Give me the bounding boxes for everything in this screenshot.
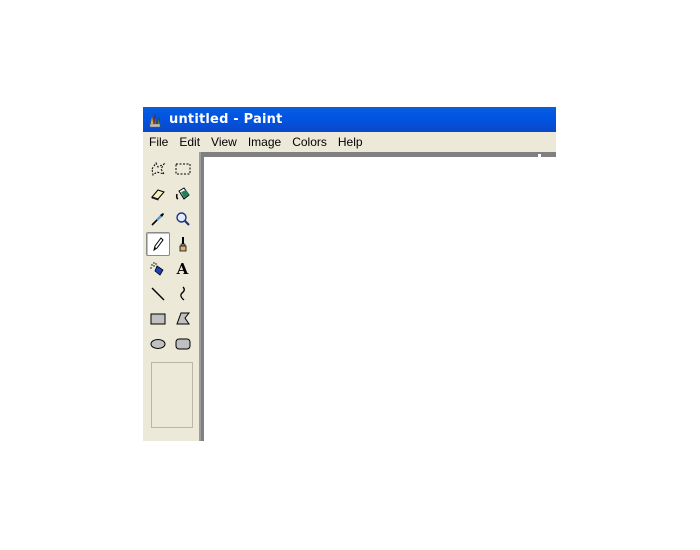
magnifier-tool[interactable] — [171, 207, 194, 230]
fill-with-color-tool[interactable] — [171, 182, 194, 205]
rectangle-select-icon — [174, 160, 192, 178]
text-tool[interactable]: A — [171, 257, 194, 280]
title-bar[interactable]: untitled - Paint — [143, 107, 556, 132]
curve-tool[interactable] — [171, 282, 194, 305]
window-title: untitled - Paint — [169, 112, 283, 127]
eyedropper-icon — [149, 210, 167, 228]
magnifier-icon — [174, 210, 192, 228]
rounded-rectangle-icon — [174, 335, 192, 353]
canvas-resize-handle[interactable] — [538, 154, 541, 157]
curve-icon — [174, 285, 192, 303]
text-icon: A — [176, 259, 189, 278]
free-form-select-tool[interactable] — [146, 157, 169, 180]
polygon-tool[interactable] — [171, 307, 194, 330]
airbrush-icon — [149, 260, 167, 278]
tool-options-box[interactable] — [151, 362, 193, 428]
menu-bar: File Edit View Image Colors Help — [143, 132, 556, 152]
paint-window: untitled - Paint File Edit View Image Co… — [143, 107, 556, 441]
free-form-select-icon — [149, 160, 167, 178]
brush-tool[interactable] — [171, 232, 194, 255]
menu-colors[interactable]: Colors — [286, 135, 332, 149]
menu-file[interactable]: File — [143, 135, 173, 149]
eraser-icon — [149, 185, 167, 203]
rectangle-tool[interactable] — [146, 307, 169, 330]
rounded-rectangle-tool[interactable] — [171, 332, 194, 355]
line-icon — [149, 285, 167, 303]
polygon-icon — [174, 310, 192, 328]
paint-app-icon[interactable] — [147, 112, 163, 128]
eraser-tool[interactable] — [146, 182, 169, 205]
menu-help[interactable]: Help — [332, 135, 368, 149]
paint-bucket-icon — [174, 185, 192, 203]
canvas-area-left-edge — [199, 152, 201, 441]
ellipse-tool[interactable] — [146, 332, 169, 355]
ellipse-icon — [149, 335, 167, 353]
menu-edit[interactable]: Edit — [173, 135, 205, 149]
menu-view[interactable]: View — [205, 135, 242, 149]
pencil-icon — [149, 235, 167, 253]
airbrush-tool[interactable] — [146, 257, 169, 280]
drawing-canvas[interactable] — [204, 157, 556, 441]
toolbox: A — [143, 152, 199, 441]
pencil-tool[interactable] — [146, 232, 170, 256]
menu-image[interactable]: Image — [242, 135, 286, 149]
brush-icon — [174, 235, 192, 253]
rectangle-icon — [149, 310, 167, 328]
line-tool[interactable] — [146, 282, 169, 305]
canvas-area — [199, 152, 556, 441]
select-tool[interactable] — [171, 157, 194, 180]
pick-color-tool[interactable] — [146, 207, 169, 230]
